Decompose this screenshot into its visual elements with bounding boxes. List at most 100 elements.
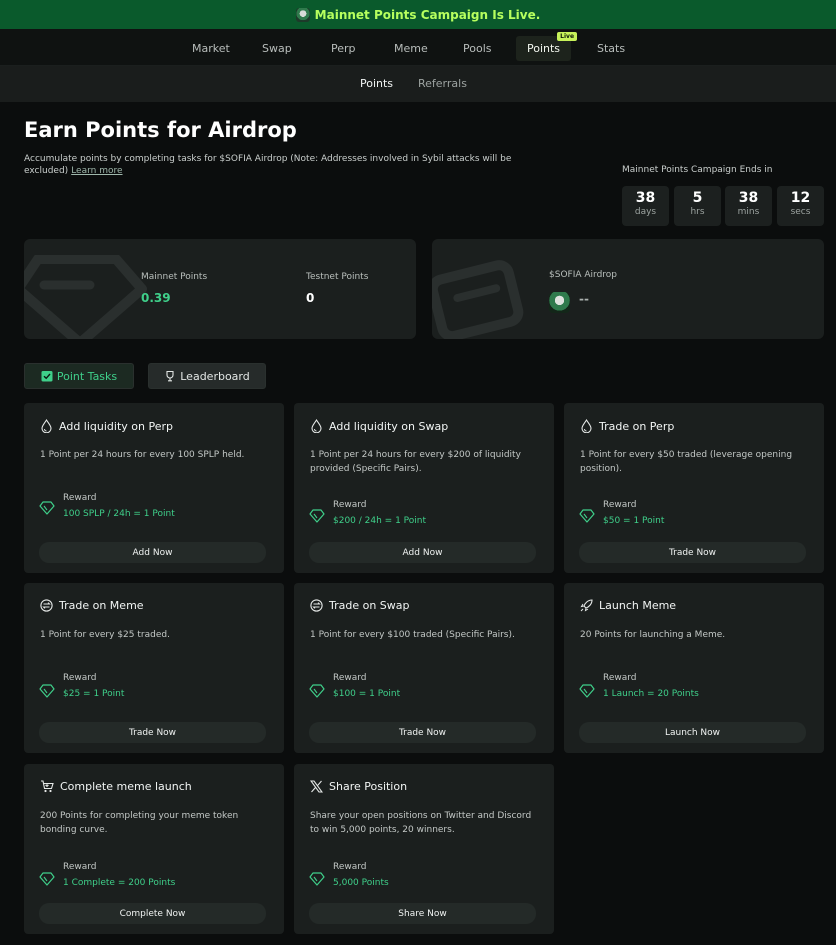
task-title-text: Add liquidity on Perp (59, 419, 173, 433)
sofia-token-icon (549, 292, 570, 313)
countdown-secs: 12 secs (777, 186, 824, 226)
reward-diamond-icon (309, 872, 325, 886)
nav-item-perp[interactable]: Perp (331, 36, 356, 61)
subnav-item-referrals[interactable]: Referrals (418, 66, 467, 102)
rocket-icon (580, 599, 593, 612)
wallet-watermark-icon (432, 260, 524, 339)
trade-now-button[interactable]: Trade Now (309, 722, 536, 743)
sub-nav: Points Referrals (0, 66, 836, 102)
reward-label: Reward (333, 500, 367, 510)
task-title-text: Complete meme launch (60, 780, 192, 793)
reward-value: $100 = 1 Point (333, 689, 401, 699)
task-description: 1 Point for every $100 traded (Specific … (310, 630, 515, 640)
task-title: Complete meme launch (40, 780, 192, 793)
task-title: Add liquidity on Swap (310, 419, 448, 433)
task-title-text: Share Position (329, 780, 408, 793)
complete-now-button[interactable]: Complete Now (39, 903, 266, 924)
countdown-secs-value: 12 (790, 190, 811, 206)
nav-item-points[interactable]: Points Live (516, 32, 578, 61)
reward-value: $25 = 1 Point (63, 689, 125, 699)
task-description: 1 Point per 24 hours for every $200 of l… (310, 450, 521, 474)
countdown-title: Mainnet Points Campaign Ends in (622, 165, 773, 175)
task-title: Trade on Perp (580, 419, 674, 433)
reward-value: $50 = 1 Point (603, 516, 665, 526)
add-now-button[interactable]: Add Now (309, 542, 536, 563)
page-title: Earn Points for Airdrop (24, 118, 297, 142)
diamond-watermark-icon (24, 255, 147, 339)
swap-circle-icon (40, 599, 53, 612)
trade-now-button[interactable]: Trade Now (39, 722, 266, 743)
nav-item-market[interactable]: Market (192, 36, 230, 61)
tab-leaderboard[interactable]: Leaderboard (148, 363, 266, 389)
reward-diamond-icon (309, 684, 325, 698)
countdown-hours: 5 hrs (674, 186, 721, 226)
reward-diamond-icon (579, 684, 595, 698)
mascot-icon (295, 7, 310, 22)
reward-label: Reward (603, 673, 637, 683)
launch-now-button[interactable]: Launch Now (579, 722, 806, 743)
page-description: Accumulate points by completing tasks fo… (24, 153, 534, 177)
task-title: Trade on Meme (40, 599, 144, 612)
countdown-mins: 38 mins (725, 186, 772, 226)
task-title-text: Trade on Perp (599, 419, 675, 433)
share-now-button[interactable]: Share Now (309, 903, 536, 924)
task-description: Share your open positions on Twitter and… (310, 811, 532, 835)
task-description: 20 Points for launching a Meme. (580, 630, 726, 640)
trade-now-button[interactable]: Trade Now (579, 542, 806, 563)
points-stat-card: Mainnet Points 0.39 Testnet Points 0 (24, 239, 416, 339)
nav-item-meme[interactable]: Meme (394, 36, 428, 61)
tab-leaderboard-label: Leaderboard (180, 369, 250, 383)
live-badge: Live (557, 32, 578, 41)
task-card-swap-liquidity: Add liquidity on Swap 1 Point per 24 hou… (294, 403, 554, 573)
testnet-points-value: 0 (306, 291, 315, 305)
reward-diamond-icon (579, 509, 595, 523)
x-twitter-icon (310, 780, 323, 793)
countdown-hours-value: 5 (692, 190, 703, 206)
airdrop-value: -- (579, 292, 589, 306)
countdown-days-label: days (634, 207, 657, 217)
airdrop-stat-card: $SOFIA Airdrop -- (432, 239, 824, 339)
cart-icon (41, 780, 54, 793)
task-card-meme-launch: Launch Meme 20 Points for launching a Me… (564, 583, 824, 753)
nav-item-points-label: Points (527, 42, 561, 55)
mainnet-points-value: 0.39 (141, 291, 171, 305)
task-title-text: Launch Meme (599, 599, 677, 612)
task-description: 200 Points for completing your meme toke… (40, 811, 239, 835)
reward-diamond-icon (39, 872, 55, 886)
reward-label: Reward (63, 862, 97, 872)
add-now-button[interactable]: Add Now (39, 542, 266, 563)
task-title-text: Trade on Meme (59, 599, 144, 612)
task-description: 1 Point for every $50 traded (leverage o… (580, 450, 793, 474)
reward-diamond-icon (309, 509, 325, 523)
nav-item-pools[interactable]: Pools (463, 36, 492, 61)
task-card-meme-trade: Trade on Meme 1 Point for every $25 trad… (24, 583, 284, 753)
droplet-icon (581, 419, 592, 433)
nav-item-stats[interactable]: Stats (597, 36, 625, 61)
droplet-icon (311, 419, 322, 433)
task-title-text: Add liquidity on Swap (329, 419, 449, 433)
campaign-banner[interactable]: Mainnet Points Campaign Is Live. (0, 0, 836, 29)
countdown-mins-value: 38 (738, 190, 759, 206)
task-card-perp-liquidity: Add liquidity on Perp 1 Point per 24 hou… (24, 403, 284, 573)
testnet-points-label: Testnet Points (306, 272, 369, 282)
learn-more-link[interactable]: Learn more (71, 166, 122, 176)
countdown-mins-label: mins (737, 207, 760, 217)
nav-item-swap[interactable]: Swap (262, 36, 292, 61)
reward-value: 1 Launch = 20 Points (603, 689, 699, 699)
tab-point-tasks[interactable]: Point Tasks (24, 363, 134, 389)
task-check-icon (41, 371, 53, 382)
tab-point-tasks-label: Point Tasks (56, 369, 118, 383)
task-title-text: Trade on Swap (329, 599, 410, 612)
subnav-item-points[interactable]: Points (360, 66, 393, 102)
task-title: Launch Meme (580, 599, 676, 612)
reward-label: Reward (63, 673, 97, 683)
countdown-hours-label: hrs (690, 207, 705, 217)
countdown-days: 38 days (622, 186, 669, 226)
task-title: Share Position (310, 780, 407, 793)
swap-circle-icon (310, 599, 323, 612)
reward-diamond-icon (39, 501, 55, 515)
task-description: 1 Point per 24 hours for every 100 SPLP … (40, 450, 245, 460)
task-card-share-position: Share Position Share your open positions… (294, 764, 554, 934)
reward-label: Reward (63, 493, 97, 503)
reward-label: Reward (603, 500, 637, 510)
